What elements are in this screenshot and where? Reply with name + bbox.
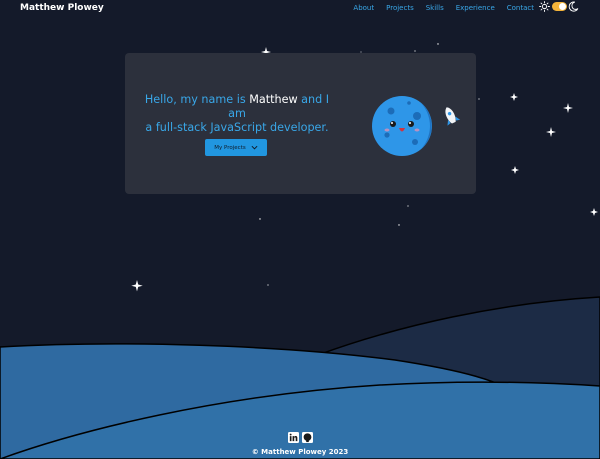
linkedin-icon[interactable] <box>287 432 299 443</box>
footer: © Matthew Plowey 2023 <box>0 432 600 457</box>
social-links <box>0 432 600 443</box>
landscape-hills <box>0 296 600 459</box>
copyright-text: © Matthew Plowey 2023 <box>251 448 349 456</box>
github-icon[interactable] <box>301 432 313 443</box>
